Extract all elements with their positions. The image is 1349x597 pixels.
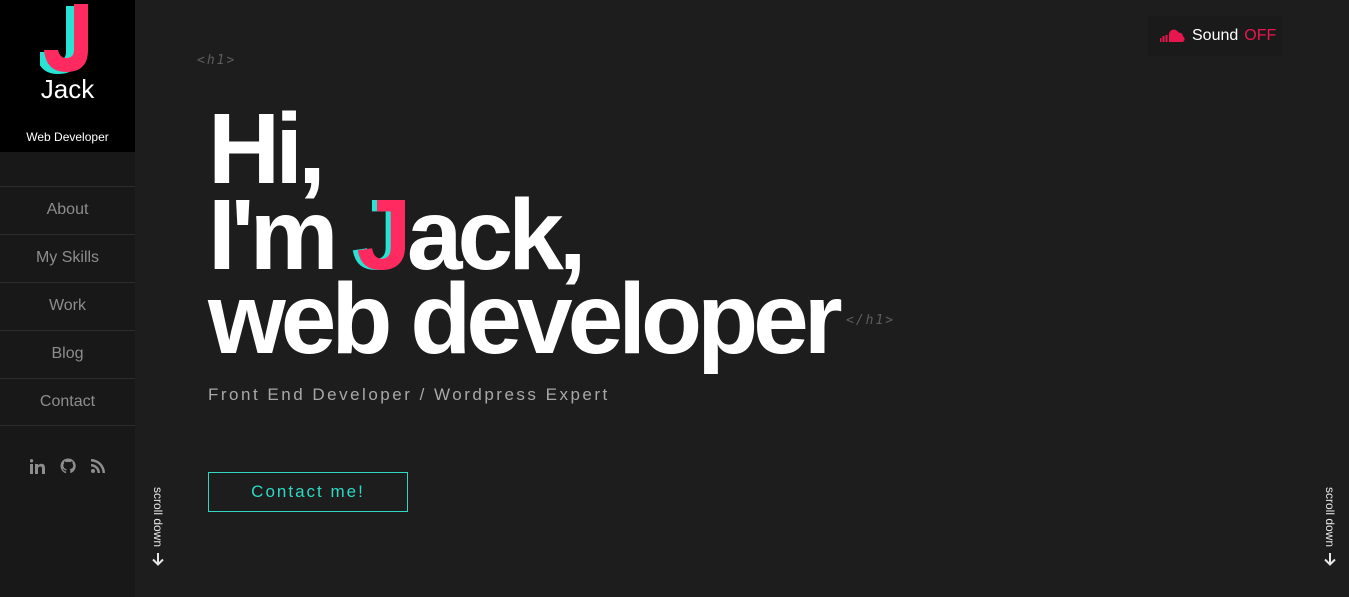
- main-nav: About My Skills Work Blog Contact: [0, 186, 135, 426]
- arrow-down-icon: [152, 553, 164, 566]
- rss-icon[interactable]: [90, 457, 106, 475]
- nav-item-contact[interactable]: Contact: [0, 378, 135, 426]
- nav-item-work[interactable]: Work: [0, 282, 135, 330]
- h1-close-tag: </h1>: [846, 313, 896, 328]
- scroll-down-left[interactable]: scroll down: [148, 487, 168, 566]
- sound-toggle[interactable]: Sound OFF: [1148, 16, 1282, 56]
- scroll-down-label: scroll down: [151, 487, 165, 548]
- nav-item-blog[interactable]: Blog: [0, 330, 135, 378]
- hero-line-3: web developer: [208, 263, 843, 375]
- logo-j-icon: [40, 4, 88, 74]
- soundcloud-icon: [1160, 29, 1185, 42]
- sound-label: Sound: [1192, 27, 1239, 44]
- brand-name: Jack: [40, 74, 95, 104]
- brand-title: Web Developer: [26, 130, 109, 144]
- linkedin-icon[interactable]: [30, 457, 46, 475]
- scroll-down-label: scroll down: [1323, 487, 1337, 548]
- social-links: [0, 457, 135, 475]
- nav-item-my-skills[interactable]: My Skills: [0, 234, 135, 282]
- contact-me-button[interactable]: Contact me!: [208, 472, 408, 512]
- brand-block[interactable]: Jack Web Developer: [0, 0, 135, 152]
- github-icon[interactable]: [60, 457, 76, 475]
- hero-subtitle: Front End Developer / Wordpress Expert: [208, 385, 610, 404]
- sidebar: Jack Web Developer About My Skills Work …: [0, 0, 135, 597]
- scroll-down-right[interactable]: scroll down: [1320, 487, 1340, 566]
- h1-open-tag: <h1>: [197, 53, 237, 68]
- sound-state: OFF: [1244, 27, 1277, 44]
- nav-item-about[interactable]: About: [0, 186, 135, 234]
- arrow-down-icon: [1324, 553, 1336, 566]
